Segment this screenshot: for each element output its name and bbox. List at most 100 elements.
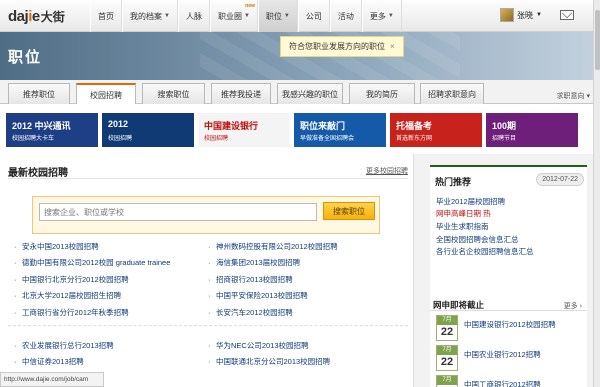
bullet-icon: · <box>14 241 17 251</box>
job-title[interactable]: 北京大学2012届校园招生招聘 <box>22 290 121 301</box>
bullet-icon: · <box>14 291 17 301</box>
tab-more[interactable]: 求职意向 ▾ <box>557 91 590 101</box>
nav-label: 更多 <box>369 11 386 21</box>
deadline-item[interactable]: 7月 22 中国农业银行2012招聘 <box>436 345 586 373</box>
close-icon[interactable]: × <box>390 42 395 51</box>
deadline-item[interactable]: 7月22 中国工商银行2012招聘 <box>436 375 586 387</box>
nav-item[interactable]: 我的档案 ▼ <box>122 0 178 32</box>
job-link[interactable]: · 华为NEC公司2013校园招聘 <box>208 337 408 354</box>
page-header: 职位 符合您职业发展方向的职位 × <box>0 32 600 80</box>
bullet-icon: · <box>208 307 211 317</box>
search-input[interactable] <box>39 203 317 221</box>
banner-ad[interactable]: 2012 中兴通讯 校园招聘大卡车 <box>6 113 98 147</box>
job-title[interactable]: 安永中国2013校园招聘 <box>22 241 99 252</box>
job-link[interactable]: · 中国平安保险2013校园招聘 <box>208 288 408 305</box>
calendar-day: 22 <box>440 326 454 338</box>
deadline-title[interactable]: 中国农业银行2012招聘 <box>464 349 541 360</box>
deadline-title[interactable]: 中国建设银行2012校园招聘 <box>464 319 556 330</box>
logo-text: dajie <box>8 7 40 25</box>
job-title[interactable]: 中国平安保险2013校园招聘 <box>216 290 308 301</box>
job-title[interactable]: 海信集团2013届校园招聘 <box>216 257 300 268</box>
tab-item[interactable]: 招聘求职意向 <box>420 83 484 104</box>
job-link[interactable]: · 安永中国2013校园招聘 <box>14 238 204 255</box>
deadline-title[interactable]: 中国工商银行2012招聘 <box>464 379 541 387</box>
banner-ad[interactable]: 托福备考 首选新东方网 <box>390 113 482 147</box>
logo[interactable]: dajie 大街 <box>8 6 65 26</box>
job-title[interactable]: 长安汽车2012校园招聘 <box>216 307 293 318</box>
chevron-down-icon: ▼ <box>243 13 250 19</box>
job-title[interactable]: 工商银行省分行2012年秋季招聘 <box>22 307 129 318</box>
job-link[interactable]: · 招商银行2013校园招聘 <box>208 271 408 288</box>
deadline-more-link[interactable]: 更多 › <box>564 301 582 311</box>
hot-item[interactable]: 毕业生求职指南 <box>430 220 587 233</box>
deadline-title: 网申即将截止 <box>433 300 485 310</box>
banner-ad[interactable]: 100期 招聘节目 <box>486 113 578 147</box>
job-link[interactable]: · 中信证券2013招聘 <box>14 354 204 371</box>
new-badge: new <box>245 3 255 9</box>
top-bar: dajie 大街 首页 我的档案 ▼ 人脉 职业圈 ▼ new 职位 ▼ 公司 活动 更多 ▼ 张晓 ▼ <box>0 0 600 32</box>
job-link[interactable]: · 神州数码控股有限公司2012校园招聘 <box>208 238 408 255</box>
campus-jobs-panel: 最新校园招聘 更多校园招聘 搜索职位 · 安永中国2013校园招聘 · 德勤中国有限公… <box>0 154 414 387</box>
more-campus-link[interactable]: 更多校园招聘 <box>366 166 408 176</box>
calendar-month: 7月 <box>437 346 457 355</box>
banner-ad[interactable]: 2012 校园招聘 <box>102 113 194 147</box>
chevron-down-icon[interactable]: ▼ <box>536 12 542 18</box>
nav-item[interactable]: 职业圈 ▼ new <box>209 0 258 32</box>
logo-brand-cn: 大街 <box>40 9 65 24</box>
job-link[interactable]: · 海信集团2013届校园招聘 <box>208 255 408 272</box>
hot-item[interactable]: 毕业2012届校园招聘 <box>430 195 587 208</box>
job-title[interactable]: 中国银行北京分行2012校园招聘 <box>22 274 129 285</box>
search-button[interactable]: 搜索职位 <box>323 202 375 220</box>
banner-ad[interactable]: 中国建设银行 校园招聘 <box>198 113 290 147</box>
tab-item[interactable]: 我的简历 <box>349 83 415 104</box>
tab-item[interactable]: 搜索职位 <box>142 83 205 104</box>
job-link[interactable]: · 工商银行省分行2012年秋季招聘 <box>14 304 204 321</box>
job-link[interactable]: · 中国联通北京分公司2013校园招聘 <box>208 354 408 371</box>
job-link[interactable]: · 德勤中国有限公司2012校园 graduate trainee <box>14 255 204 272</box>
hot-item[interactable]: 各行业名企校园招聘信息汇总 <box>430 245 587 258</box>
bullet-icon: · <box>14 274 17 284</box>
banner-row: 2012 中兴通讯 校园招聘大卡车 2012 校园招聘 中国建设银行 校园招聘 职位来敲门早… <box>0 104 600 154</box>
user-name[interactable]: 张晓 <box>517 10 533 21</box>
tab-item[interactable]: 推荐职位 <box>8 83 70 104</box>
nav-label: 我的档案 <box>130 11 162 21</box>
nav-item[interactable]: 更多 ▼ <box>361 0 402 32</box>
job-link[interactable]: · 农业发展银行总行2013招聘 <box>14 337 204 354</box>
banner-subline: 早做准备全国招聘会 <box>300 136 355 142</box>
user-menu[interactable]: 张晓 ▼ <box>500 8 542 22</box>
nav-item[interactable]: 活动 <box>329 0 362 32</box>
tab-item[interactable]: 校园招聘 <box>76 83 136 105</box>
banner-headline: 2012 中兴通讯 <box>12 121 71 131</box>
avatar[interactable] <box>500 8 514 22</box>
hot-item[interactable]: 网申高峰日期 热 <box>430 208 587 221</box>
banner-subline: 校园招聘 <box>108 136 133 142</box>
nav-item[interactable]: 职位 ▼ <box>257 0 298 32</box>
job-title[interactable]: 招商银行2013校园招聘 <box>216 274 293 285</box>
hot-panel-title: 热门推荐 <box>435 177 472 187</box>
bullet-icon: · <box>208 258 211 268</box>
calendar-icon: 7月22 <box>436 315 458 341</box>
job-title[interactable]: 德勤中国有限公司2012校园 graduate trainee <box>22 257 170 268</box>
nav-item[interactable]: 首页 <box>90 0 122 32</box>
deadline-item[interactable]: 7月 22 中国建设银行2012校园招聘 <box>436 315 586 343</box>
scrollbar[interactable] <box>593 0 600 387</box>
nav-item[interactable]: 人脉 <box>177 0 210 32</box>
job-title[interactable]: 中信证券2013招聘 <box>22 356 84 367</box>
tab-item[interactable]: 推荐我投递 <box>211 83 271 104</box>
nav-item[interactable]: 公司 <box>297 0 330 32</box>
banner-ad[interactable]: 职位来敲门 早做准备全国招聘会 <box>294 113 386 147</box>
job-title[interactable]: 华为NEC公司2013校园招聘 <box>216 340 309 351</box>
section-title: 最新校园招聘 <box>8 168 68 179</box>
job-link[interactable]: · 长安汽车2012校园招聘 <box>208 304 408 321</box>
job-title[interactable]: 农业发展银行总行2013招聘 <box>22 340 114 351</box>
job-link[interactable]: · 北京大学2012届校园招生招聘 <box>14 288 204 305</box>
tab-item[interactable]: 我感兴趣的职位 <box>277 83 343 104</box>
job-link[interactable]: · 中国银行北京分行2012校园招聘 <box>14 271 204 288</box>
scroll-thumb[interactable] <box>595 10 600 70</box>
hot-item[interactable]: 全国校园招聘会信息汇总 <box>430 233 587 246</box>
job-title[interactable]: 中国联通北京分公司2013校园招聘 <box>216 356 330 367</box>
job-title[interactable]: 神州数码控股有限公司2012校园招聘 <box>216 241 338 252</box>
banner-headline: 100期 <box>492 121 517 131</box>
bullet-icon: · <box>208 291 211 301</box>
mail-icon[interactable] <box>560 10 574 20</box>
